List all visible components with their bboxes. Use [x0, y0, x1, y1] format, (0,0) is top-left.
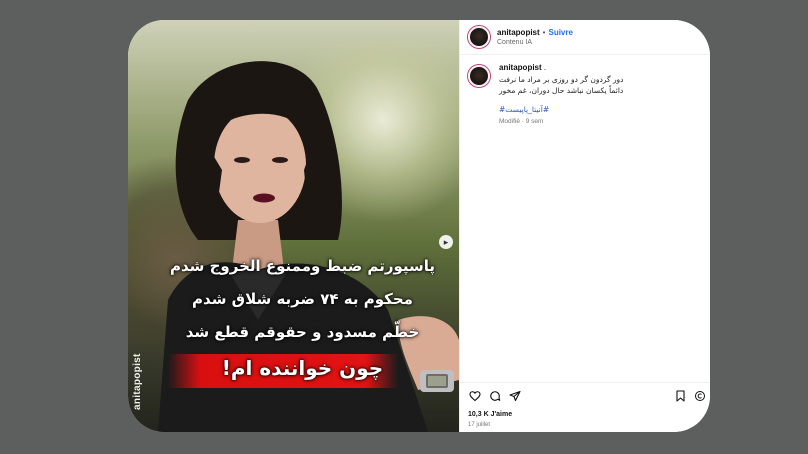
- caption-block: anitapopist . دور گردون گر دو روزی بر مر…: [460, 55, 710, 125]
- caption-line-1: دور گردون گر دو روزی بر مراد ما نرفت: [499, 75, 624, 84]
- overlay-line-2: محکوم به ۷۴ ضربه شلاق شدم: [192, 290, 413, 308]
- comment-icon[interactable]: [488, 390, 501, 403]
- ai-content-label[interactable]: Contenu IA: [497, 39, 573, 46]
- overlay-line-1: پاسپورتم ضبط وممنوع الخروج شدم: [169, 257, 436, 275]
- post-header: anitapopist • Suivre Contenu IA: [460, 20, 710, 55]
- watermark-text: anitapopist: [132, 353, 143, 410]
- post-date: 17 juillet: [468, 422, 491, 428]
- more-icon[interactable]: [693, 390, 706, 403]
- post-side-panel: anitapopist • Suivre Contenu IA anitapop…: [459, 20, 710, 432]
- hashtag-link[interactable]: #آنیتا_پاپیست#: [499, 105, 684, 114]
- action-bar: [460, 382, 710, 404]
- caption-text: دور گردون گر دو روزی بر مراد ما نرفت دائ…: [499, 74, 684, 96]
- overlay-text: پاسپورتم ضبط وممنوع الخروج شدم محکوم به …: [166, 250, 439, 385]
- overlay-highlight-text: چون خواننده ام!: [221, 356, 384, 380]
- caption-avatar[interactable]: [468, 65, 490, 87]
- heart-icon[interactable]: [468, 390, 481, 403]
- caption-dot: .: [543, 63, 547, 72]
- caption-line-2: دائماً یکسان نباشد حال دوران، غم مخور: [499, 86, 624, 95]
- post-media[interactable]: پاسپورتم ضبط وممنوع الخروج شدم محکوم به …: [128, 20, 459, 432]
- separator-dot: •: [542, 28, 546, 37]
- author-username[interactable]: anitapopist: [497, 28, 540, 37]
- share-icon[interactable]: [508, 390, 521, 403]
- caption-meta: Modifié · 9 sem: [499, 118, 544, 125]
- post-card: پاسپورتم ضبط وممنوع الخروج شدم محکوم به …: [128, 20, 710, 432]
- avatar[interactable]: [468, 26, 490, 48]
- follow-button[interactable]: Suivre: [548, 28, 572, 37]
- caption-username[interactable]: anitapopist: [499, 63, 542, 72]
- likes-count[interactable]: 10,3 K J'aime: [468, 411, 512, 418]
- overlay-line-3: خطّم مسدود و حقوقم قطع شد: [185, 323, 420, 341]
- bookmark-icon[interactable]: [674, 390, 687, 403]
- chevron-right-icon: ▸: [443, 237, 449, 247]
- next-media-button[interactable]: ▸: [439, 235, 453, 249]
